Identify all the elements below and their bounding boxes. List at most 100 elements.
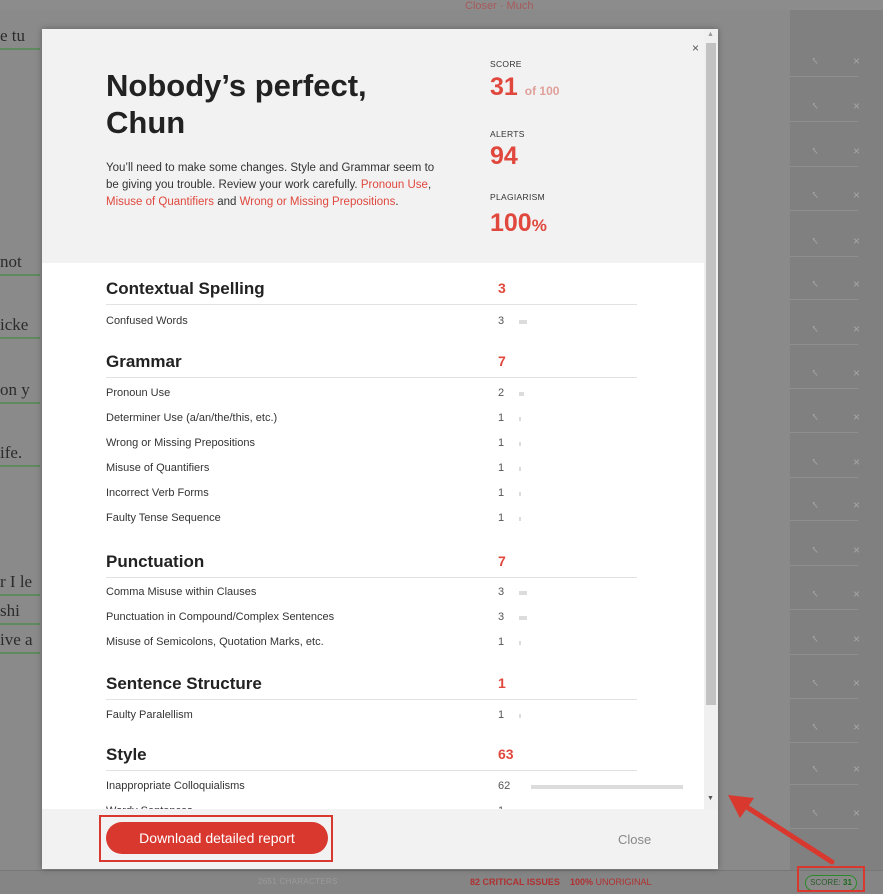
unoriginal-label: UNORIGINAL (595, 877, 652, 887)
pronoun-use-link[interactable]: Pronoun Use (361, 179, 428, 191)
issue-bar (519, 467, 521, 471)
download-highlight-box (99, 815, 333, 862)
alert-card-controls: ✓ × (810, 144, 860, 158)
expand-icon[interactable]: ✓ (810, 634, 820, 644)
doc-text-snippet: ife. (0, 443, 40, 467)
issue-label: Confused Words (106, 315, 188, 327)
alert-card-divider (790, 166, 858, 167)
summary-text: and (214, 196, 240, 208)
summary-text: and (315, 162, 342, 174)
issue-bar (519, 616, 527, 620)
alert-card-controls: ✓ × (810, 410, 860, 424)
scroll-down-icon[interactable]: ▼ (707, 795, 714, 802)
expand-icon[interactable]: ✓ (810, 368, 820, 378)
expand-icon[interactable]: ✓ (810, 56, 820, 66)
alert-card-divider (790, 609, 858, 610)
issue-bar (531, 785, 683, 789)
doc-text-snippet: icke (0, 315, 40, 339)
expand-icon[interactable]: ✓ (810, 457, 820, 467)
prepositions-link[interactable]: Wrong or Missing Prepositions (240, 196, 396, 208)
expand-icon[interactable]: ✓ (810, 324, 820, 334)
dismiss-icon[interactable]: × (853, 277, 860, 291)
plagiarism-percent-sign: % (531, 216, 547, 235)
report-summary: You’ll need to make some changes. Style … (106, 160, 446, 211)
issue-label: Faulty Tense Sequence (106, 512, 221, 524)
dismiss-icon[interactable]: × (853, 632, 860, 646)
dismiss-icon[interactable]: × (853, 806, 860, 820)
score-max: of 100 (524, 84, 560, 98)
issue-count: 3 (498, 586, 505, 598)
alert-card-controls: ✓ × (810, 99, 860, 113)
expand-icon[interactable]: ✓ (810, 589, 820, 599)
editor-top-strip (0, 0, 883, 10)
summary-style-term: Style (290, 162, 316, 174)
section-title: Sentence Structure (106, 674, 262, 693)
dismiss-icon[interactable]: × (853, 455, 860, 469)
character-count: 2651 CHARACTERS (258, 877, 338, 886)
dismiss-icon[interactable]: × (853, 188, 860, 202)
alert-card-controls: ✓ × (810, 498, 860, 512)
dismiss-icon[interactable]: × (853, 498, 860, 512)
alert-card-divider (790, 256, 858, 257)
section-divider (106, 377, 637, 378)
alerts-label: ALERTS (490, 129, 525, 139)
alert-card-controls: ✓ × (810, 720, 860, 734)
expand-icon[interactable]: ✓ (810, 412, 820, 422)
doc-text-snippet: not (0, 252, 40, 276)
expand-icon[interactable]: ✓ (810, 279, 820, 289)
alert-card-divider (790, 742, 858, 743)
dismiss-icon[interactable]: × (853, 234, 860, 248)
section-title: Punctuation (106, 552, 205, 571)
issue-count: 3 (498, 315, 505, 327)
expand-icon[interactable]: ✓ (810, 764, 820, 774)
quantifiers-link[interactable]: Misuse of Quantifiers (106, 196, 214, 208)
issue-count: 1 (498, 437, 505, 449)
top-suggestion-snippet: Closer · Much (465, 0, 534, 12)
alert-card-controls: ✓ × (810, 676, 860, 690)
dismiss-icon[interactable]: × (853, 322, 860, 336)
dismiss-icon[interactable]: × (853, 144, 860, 158)
doc-text-snippet: ive a (0, 630, 40, 654)
expand-icon[interactable]: ✓ (810, 545, 820, 555)
issue-count: 1 (498, 709, 505, 721)
doc-text-snippet: shi (0, 601, 40, 625)
dismiss-icon[interactable]: × (853, 587, 860, 601)
section-count: 63 (498, 746, 514, 762)
issue-label: Wrong or Missing Prepositions (106, 437, 255, 449)
issue-label: Misuse of Quantifiers (106, 462, 210, 474)
close-button[interactable]: Close (618, 832, 651, 847)
issue-bar (519, 417, 521, 421)
dismiss-icon[interactable]: × (853, 720, 860, 734)
section-divider (106, 577, 637, 578)
scrollbar-thumb[interactable] (706, 43, 716, 705)
dismiss-icon[interactable]: × (853, 676, 860, 690)
alert-card-controls: ✓ × (810, 587, 860, 601)
dismiss-icon[interactable]: × (853, 543, 860, 557)
expand-icon[interactable]: ✓ (810, 101, 820, 111)
expand-icon[interactable]: ✓ (810, 722, 820, 732)
unoriginal-indicator[interactable]: 100% UNORIGINAL (570, 877, 652, 887)
expand-icon[interactable]: ✓ (810, 678, 820, 688)
summary-grammar-term: Grammar (341, 162, 391, 174)
expand-icon[interactable]: ✓ (810, 190, 820, 200)
section-divider (106, 770, 637, 771)
alert-card-controls: ✓ × (810, 188, 860, 202)
expand-icon[interactable]: ✓ (810, 500, 820, 510)
dismiss-icon[interactable]: × (853, 99, 860, 113)
alert-card-divider (790, 432, 858, 433)
dismiss-icon[interactable]: × (853, 54, 860, 68)
issue-label: Punctuation in Compound/Complex Sentence… (106, 611, 335, 623)
dismiss-icon[interactable]: × (853, 762, 860, 776)
issue-bar (519, 591, 527, 595)
dismiss-icon[interactable]: × (853, 410, 860, 424)
scroll-up-icon[interactable]: ▲ (707, 31, 714, 38)
doc-text-snippet: r I le (0, 572, 40, 596)
dismiss-icon[interactable]: × (853, 366, 860, 380)
score-number: 31 (490, 73, 518, 101)
expand-icon[interactable]: ✓ (810, 146, 820, 156)
expand-icon[interactable]: ✓ (810, 236, 820, 246)
critical-issues-count[interactable]: 82 CRITICAL ISSUES (470, 877, 560, 887)
close-icon[interactable]: × (692, 41, 699, 55)
alert-card-divider (790, 299, 858, 300)
issue-count: 1 (498, 636, 505, 648)
